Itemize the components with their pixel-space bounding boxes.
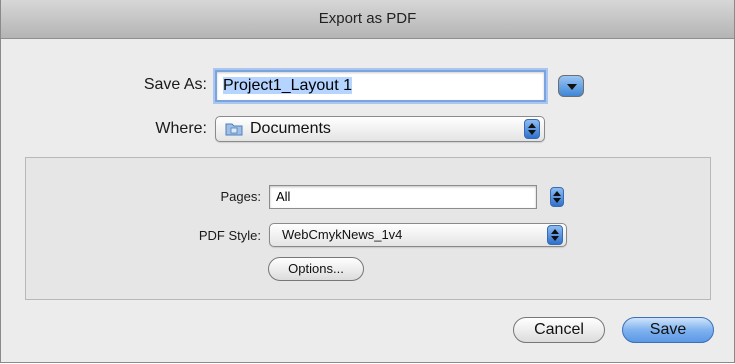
- stepper-up-icon: [553, 191, 561, 196]
- where-value: Documents: [250, 120, 331, 137]
- disclosure-triangle-icon: [567, 84, 577, 90]
- export-pdf-dialog: Export as PDF Save As: Project1_Layout 1…: [0, 0, 735, 363]
- save-as-value: Project1_Layout 1: [223, 77, 352, 94]
- options-button[interactable]: Options...: [268, 257, 364, 281]
- pdf-style-popup[interactable]: WebCmykNews_1v4: [269, 223, 567, 247]
- popup-arrows-icon: [524, 119, 540, 139]
- save-button[interactable]: Save: [622, 317, 714, 343]
- pdf-style-value: WebCmykNews_1v4: [282, 227, 403, 242]
- cancel-button[interactable]: Cancel: [513, 317, 605, 343]
- pages-input[interactable]: All: [269, 185, 537, 209]
- stepper-down-icon: [553, 198, 561, 203]
- pdf-style-label: PDF Style:: [198, 228, 261, 243]
- where-label: Where:: [155, 120, 207, 137]
- save-as-label: Save As:: [143, 76, 207, 93]
- pages-stepper[interactable]: [550, 187, 564, 207]
- popup-arrows-icon: [547, 225, 563, 245]
- title-bar[interactable]: Export as PDF: [1, 0, 734, 39]
- folder-icon: [225, 123, 243, 136]
- where-popup[interactable]: Documents: [215, 116, 545, 142]
- pages-label: Pages:: [220, 189, 261, 204]
- dialog-title: Export as PDF: [318, 10, 417, 27]
- expand-dialog-button[interactable]: [558, 75, 584, 97]
- save-as-input[interactable]: Project1_Layout 1: [215, 70, 546, 102]
